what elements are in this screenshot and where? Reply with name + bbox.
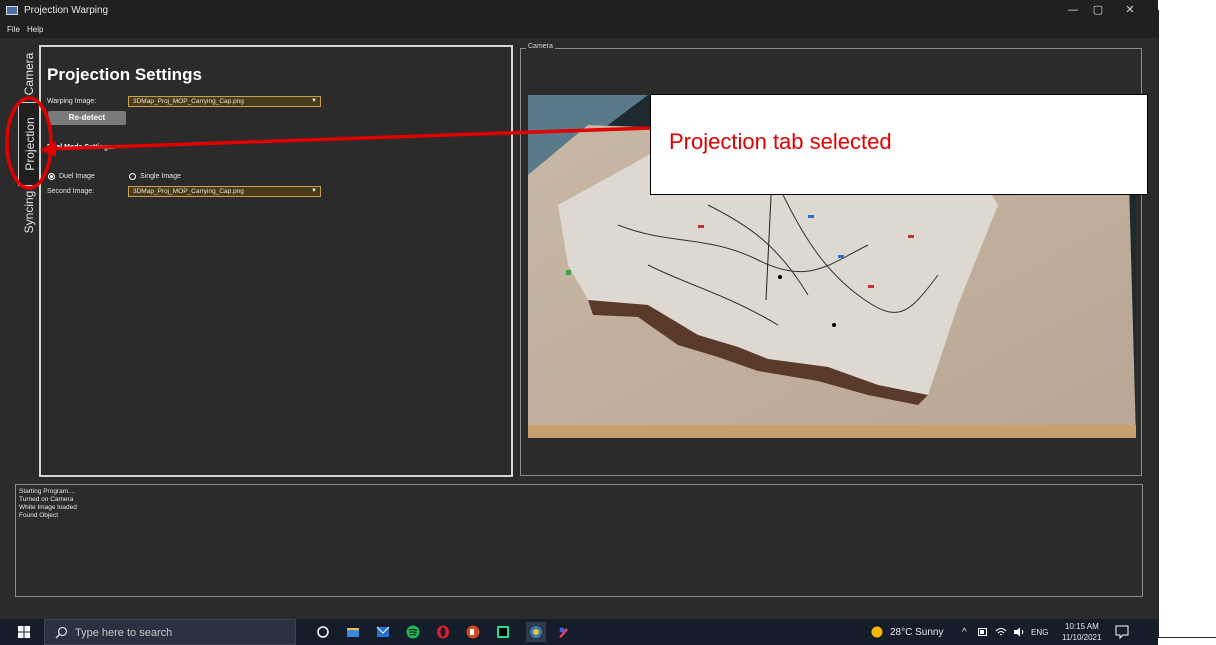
warping-image-value: 3DMap_Proj_MOP_Carrying_Cap.png — [133, 98, 244, 105]
projection-settings-panel: Projection Settings Warping Image: 3DMap… — [39, 45, 513, 477]
redetect-button[interactable]: Re-detect — [48, 111, 126, 125]
app-icon — [6, 6, 18, 15]
single-image-radio[interactable] — [129, 173, 136, 180]
menu-file[interactable]: File — [7, 25, 20, 34]
log-line: Turned on Camera — [19, 496, 74, 503]
camera-group-title: Camera — [526, 43, 555, 50]
search-icon — [55, 626, 68, 639]
tab-camera-label: Camera — [21, 52, 36, 96]
windows-start-icon[interactable] — [18, 626, 30, 638]
notification-icon[interactable] — [1115, 625, 1129, 639]
close-button[interactable]: ✕ — [1115, 2, 1145, 18]
log-line: Found Object — [19, 512, 59, 519]
taskbar: Type here to search 28°C Sunny ^ ENG 10:… — [0, 619, 1158, 645]
log-line: Starting Program.... — [19, 488, 76, 495]
wifi-icon[interactable] — [995, 627, 1007, 637]
language-indicator[interactable]: ENG — [1031, 628, 1048, 637]
log-line: White Image loaded — [19, 504, 77, 511]
tab-syncing[interactable]: Syncing — [18, 186, 40, 238]
tab-projection-label: Projection — [23, 117, 37, 171]
menu-help[interactable]: Help — [27, 25, 43, 34]
log-output: Starting Program.... Turned on Camera Wh… — [15, 484, 1143, 597]
spotify-icon[interactable] — [406, 625, 420, 639]
duel-image-radio[interactable] — [48, 173, 55, 180]
clock-date[interactable]: 11/10/2021 — [1062, 633, 1101, 642]
dual-mode-heading: Dual Mode Settings: — [47, 144, 115, 151]
warping-image-label: Warping Image: — [47, 98, 97, 105]
single-image-label: Single Image — [140, 173, 181, 180]
window-title: Projection Warping — [24, 5, 109, 16]
tab-syncing-label: Syncing — [21, 190, 36, 234]
mail-icon[interactable] — [376, 625, 390, 639]
second-image-label: Second Image: — [47, 188, 95, 195]
paint-icon[interactable] — [556, 625, 570, 639]
opera-icon[interactable] — [436, 625, 450, 639]
warping-image-select[interactable]: 3DMap_Proj_MOP_Carrying_Cap.png ▼ — [128, 96, 321, 107]
page-title: Projection Settings — [47, 65, 202, 84]
title-bar: Projection Warping — ▢ ✕ — [0, 0, 1158, 22]
annotation-callout: Projection tab selected — [650, 94, 1148, 195]
file-explorer-icon[interactable] — [346, 625, 360, 639]
powerpoint-icon[interactable] — [466, 625, 480, 639]
tab-camera[interactable]: Camera — [18, 48, 40, 100]
second-image-select[interactable]: 3DMap_Proj_MOP_Carrying_Cap.png ▼ — [128, 186, 321, 197]
menu-bar: File Help — [0, 22, 1158, 38]
chevron-down-icon: ▼ — [311, 188, 317, 194]
weather-text[interactable]: 28°C Sunny — [890, 627, 943, 638]
pycharm-icon[interactable] — [496, 625, 510, 639]
weather-sun-icon[interactable] — [871, 626, 883, 638]
chevron-down-icon: ▼ — [311, 98, 317, 104]
tab-projection[interactable]: Projection — [18, 102, 41, 186]
chevron-up-icon[interactable]: ^ — [962, 627, 967, 638]
search-placeholder: Type here to search — [75, 627, 173, 639]
taskbar-search[interactable]: Type here to search — [44, 619, 296, 645]
battery-icon[interactable] — [978, 628, 988, 636]
clock-time[interactable]: 10:15 AM — [1065, 622, 1099, 631]
duel-image-label: Duel Image — [59, 173, 95, 180]
python-app-icon[interactable] — [526, 622, 546, 642]
annotation-text: Projection tab selected — [669, 129, 892, 154]
volume-icon[interactable] — [1013, 627, 1025, 637]
second-image-value: 3DMap_Proj_MOP_Carrying_Cap.png — [133, 188, 244, 195]
maximize-button[interactable]: ▢ — [1083, 2, 1113, 18]
blank-margin — [1158, 10, 1216, 638]
task-view-icon[interactable] — [316, 625, 330, 639]
